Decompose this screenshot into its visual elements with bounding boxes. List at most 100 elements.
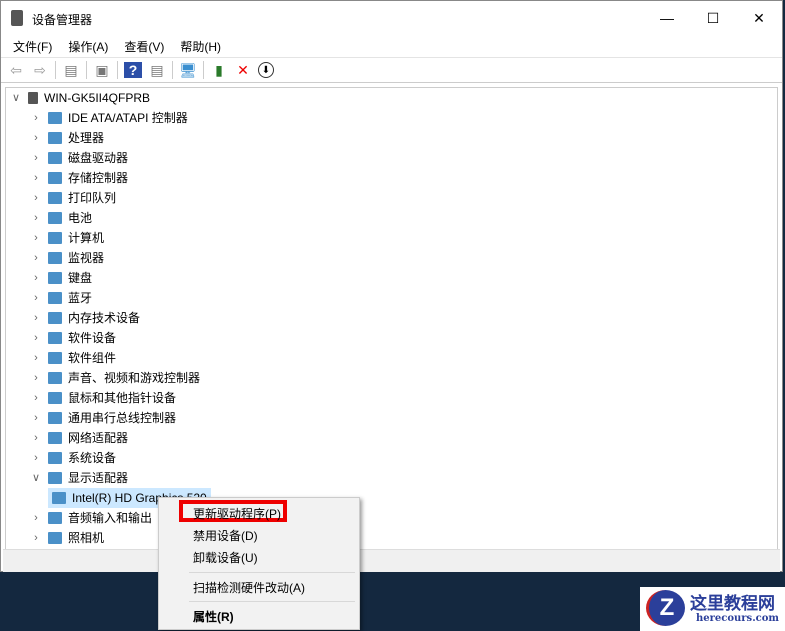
tree-category-item[interactable]: › 蓝牙: [28, 288, 92, 308]
device-category-icon: [48, 272, 62, 284]
back-icon[interactable]: ⇦: [7, 62, 25, 78]
chevron-right-icon[interactable]: ›: [28, 188, 44, 208]
device-category-icon: [48, 152, 62, 164]
tree-category-item[interactable]: › IDE ATA/ATAPI 控制器: [28, 108, 188, 128]
scan-hardware-icon[interactable]: 🖥: [179, 62, 197, 78]
tree-category-item[interactable]: › 内存技术设备: [28, 308, 140, 328]
chevron-right-icon[interactable]: ›: [28, 268, 44, 288]
menu-disable-device[interactable]: 禁用设备(D): [193, 527, 258, 544]
menu-update-driver[interactable]: 更新驱动程序(P): [193, 505, 281, 522]
tree-item-label: 通用串行总线控制器: [68, 411, 177, 425]
menu-properties[interactable]: 属性(R): [193, 608, 234, 625]
tree-category-item[interactable]: › 键盘: [28, 268, 92, 288]
chevron-right-icon[interactable]: ›: [28, 368, 44, 388]
tree-root[interactable]: ∨ WIN-GK5II4QFPRB: [8, 88, 150, 108]
tree-category-item[interactable]: › 计算机: [28, 228, 104, 248]
watermark-title: 这里教程网: [690, 594, 775, 614]
uninstall-icon[interactable]: ✕: [234, 62, 252, 78]
chevron-right-icon[interactable]: ›: [28, 428, 44, 448]
chevron-right-icon[interactable]: ›: [28, 388, 44, 408]
device-tree: ∨ WIN-GK5II4QFPRB › IDE ATA/ATAPI 控制器 › 处理器…: [5, 87, 778, 550]
tree-item-label: 存储控制器: [68, 171, 129, 185]
update-driver-icon[interactable]: ▮: [210, 62, 228, 78]
tree-category-item[interactable]: ∨ 显示适配器: [28, 468, 128, 488]
device-category-icon: [48, 212, 62, 224]
device-category-icon: [48, 452, 62, 464]
chevron-right-icon[interactable]: ›: [28, 508, 44, 528]
menu-uninstall-device[interactable]: 卸载设备(U): [193, 549, 258, 566]
chevron-right-icon[interactable]: ›: [28, 288, 44, 308]
forward-icon[interactable]: ⇨: [31, 62, 49, 78]
help-icon[interactable]: ?: [124, 62, 142, 78]
tree-category-item[interactable]: › 处理器: [28, 128, 104, 148]
chevron-down-icon[interactable]: ∨: [28, 468, 44, 488]
context-menu: 更新驱动程序(P) 禁用设备(D) 卸载设备(U) 扫描检测硬件改动(A) 属性…: [158, 497, 360, 630]
tree-category-item[interactable]: › 照相机: [28, 528, 104, 548]
tree-item-label: IDE ATA/ATAPI 控制器: [68, 111, 188, 125]
menu-view[interactable]: 查看(V): [116, 35, 172, 57]
tree-category-item[interactable]: › 网络适配器: [28, 428, 128, 448]
tree-category-item[interactable]: › 存储控制器: [28, 168, 128, 188]
chevron-right-icon[interactable]: ›: [28, 228, 44, 248]
device-category-icon: [48, 432, 62, 444]
tree-item-label: 软件设备: [68, 331, 117, 345]
device-category-icon: [48, 332, 62, 344]
device-category-icon: [48, 232, 62, 244]
chevron-right-icon[interactable]: ›: [28, 128, 44, 148]
device-category-icon: [52, 492, 66, 504]
chevron-right-icon[interactable]: ›: [28, 528, 44, 548]
chevron-right-icon[interactable]: ›: [28, 308, 44, 328]
tree-item-label: 照相机: [68, 531, 105, 545]
status-bar: [3, 549, 780, 572]
chevron-right-icon[interactable]: ›: [28, 408, 44, 428]
properties-icon[interactable]: ▣: [93, 62, 111, 78]
toolbar: ⇦ ⇨ ▤ ▣ ? ▤ 🖥 ▮ ✕ ⬇: [1, 57, 782, 83]
menu-scan-hardware[interactable]: 扫描检测硬件改动(A): [193, 579, 305, 596]
menu-file[interactable]: 文件(F): [5, 35, 60, 57]
chevron-down-icon[interactable]: ∨: [8, 88, 24, 108]
chevron-right-icon[interactable]: ›: [28, 448, 44, 468]
menu-help[interactable]: 帮助(H): [172, 35, 229, 57]
show-hide-console-tree-icon[interactable]: ▤: [62, 62, 80, 78]
tree-item-label: 计算机: [68, 231, 105, 245]
tree-category-item[interactable]: › 音频输入和输出: [28, 508, 152, 528]
device-category-icon: [48, 172, 62, 184]
chevron-right-icon[interactable]: ›: [28, 168, 44, 188]
device-category-icon: [48, 112, 62, 124]
minimize-button[interactable]: —: [644, 1, 690, 35]
chevron-right-icon[interactable]: ›: [28, 248, 44, 268]
tree-category-item[interactable]: › 软件设备: [28, 328, 116, 348]
tree-category-item[interactable]: › 通用串行总线控制器: [28, 408, 176, 428]
tree-category-item[interactable]: › 声音、视频和游戏控制器: [28, 368, 200, 388]
tree-item-label: 显示适配器: [68, 471, 129, 485]
chevron-right-icon[interactable]: ›: [28, 108, 44, 128]
close-button[interactable]: ✕: [736, 1, 782, 35]
watermark-url: herecours.com: [696, 613, 780, 624]
disable-icon[interactable]: ⬇: [258, 62, 274, 78]
chevron-right-icon[interactable]: ›: [28, 148, 44, 168]
tree-category-item[interactable]: › 打印队列: [28, 188, 116, 208]
tree-category-item[interactable]: › 电池: [28, 208, 92, 228]
tree-category-item[interactable]: › 磁盘驱动器: [28, 148, 128, 168]
tree-item-label: 音频输入和输出: [68, 511, 153, 525]
maximize-button[interactable]: ☐: [690, 1, 736, 35]
device-category-icon: [48, 132, 62, 144]
device-category-icon: [48, 412, 62, 424]
action-pane-icon[interactable]: ▤: [148, 62, 166, 78]
chevron-right-icon[interactable]: ›: [28, 328, 44, 348]
tree-category-item[interactable]: › 监视器: [28, 248, 104, 268]
tree-category-item[interactable]: › 鼠标和其他指针设备: [28, 388, 176, 408]
tree-item-label: 声音、视频和游戏控制器: [68, 371, 201, 385]
device-category-icon: [48, 312, 62, 324]
tree-item-label: 监视器: [68, 251, 105, 265]
device-category-icon: [48, 352, 62, 364]
tree-category-item[interactable]: › 软件组件: [28, 348, 116, 368]
tree-category-item[interactable]: › 系统设备: [28, 448, 116, 468]
chevron-right-icon[interactable]: ›: [28, 348, 44, 368]
device-manager-window: 设备管理器 — ☐ ✕ 文件(F) 操作(A) 查看(V) 帮助(H) ⇦ ⇨ …: [0, 0, 783, 572]
watermark: Z 这里教程网 herecours.com: [640, 587, 785, 631]
device-category-icon: [48, 392, 62, 404]
menu-action[interactable]: 操作(A): [60, 35, 116, 57]
computer-icon: [28, 92, 38, 104]
chevron-right-icon[interactable]: ›: [28, 208, 44, 228]
